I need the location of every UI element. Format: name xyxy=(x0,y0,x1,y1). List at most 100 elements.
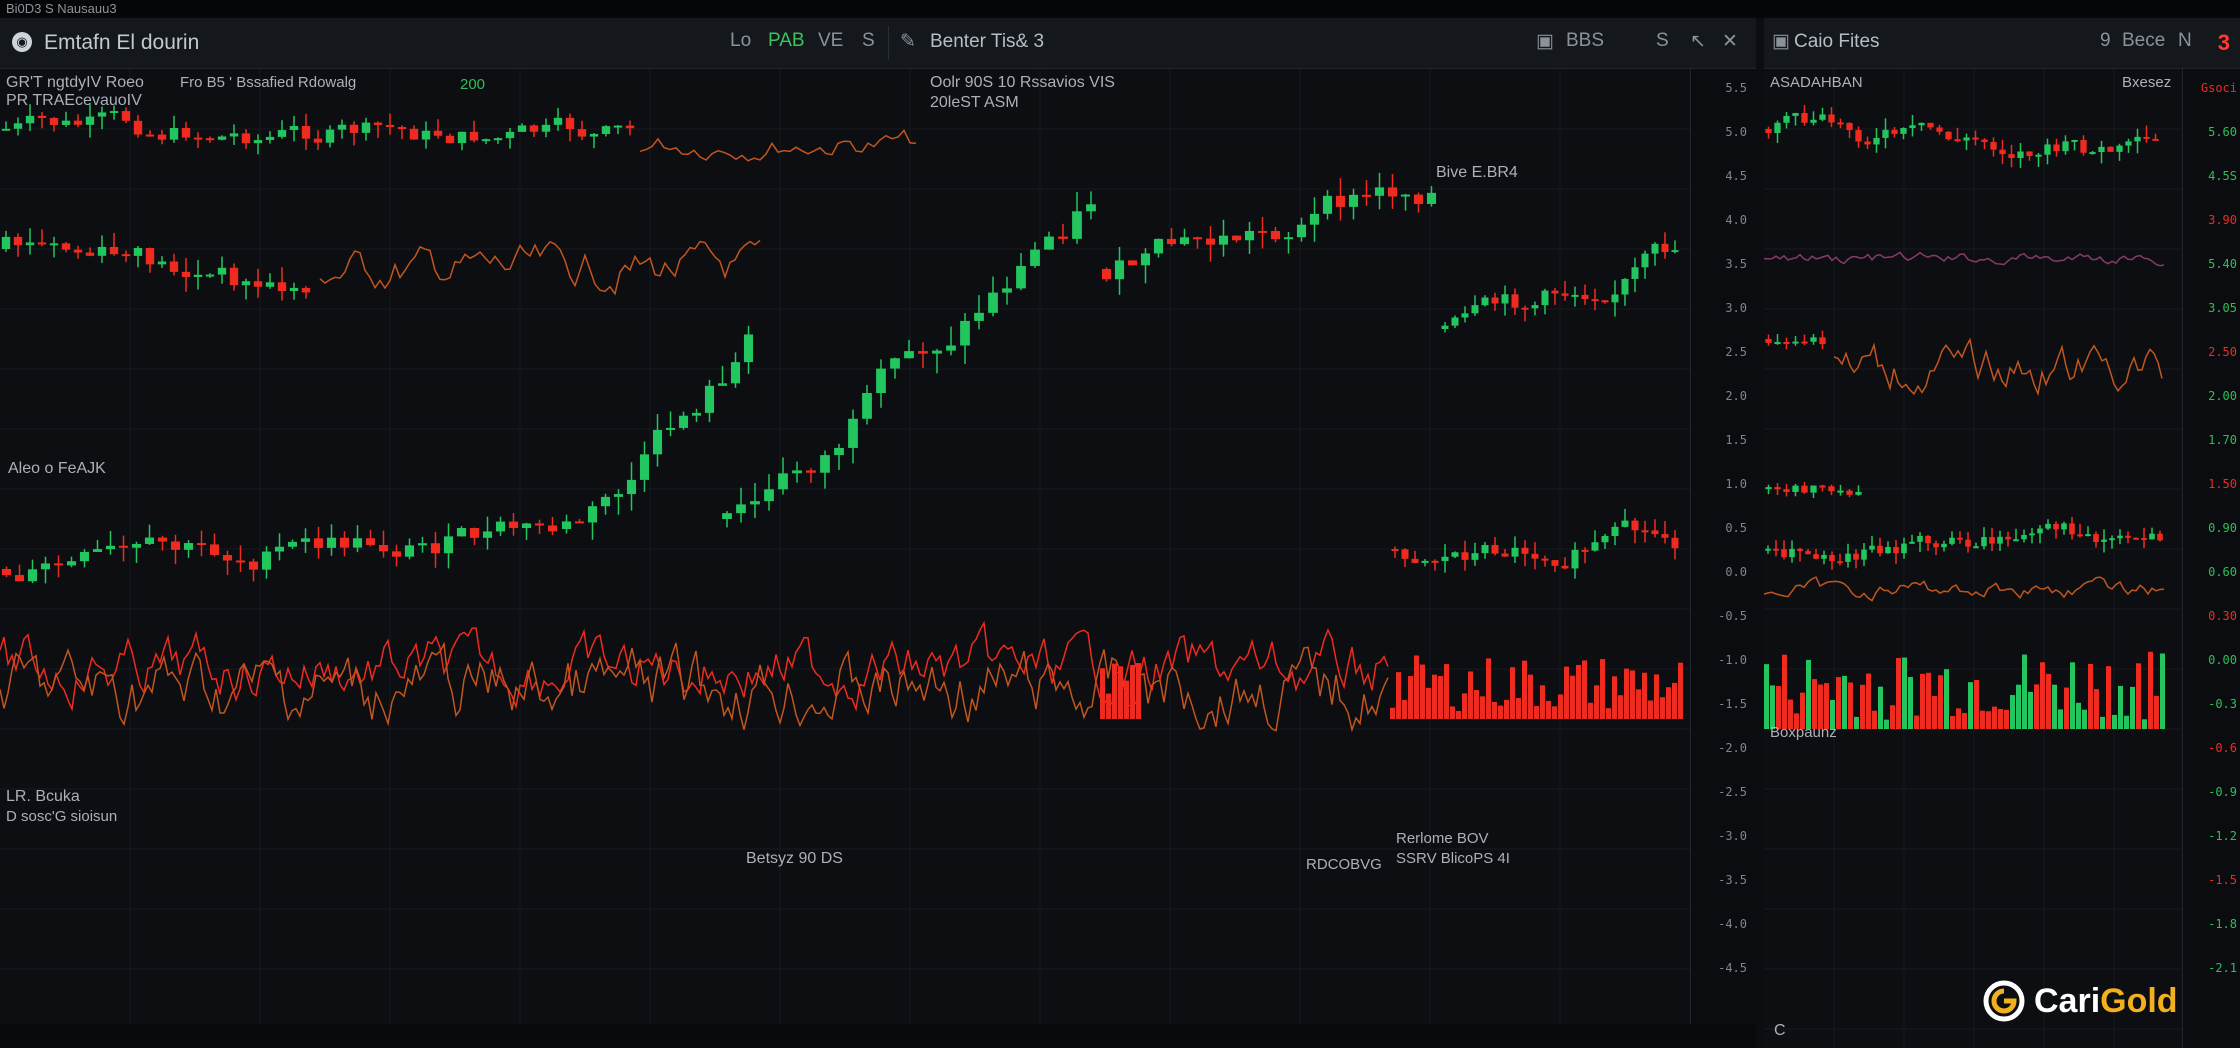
candle-body xyxy=(2101,539,2107,543)
candle-body xyxy=(1621,520,1629,527)
candle-body xyxy=(456,528,467,537)
volume-bar xyxy=(1540,685,1545,719)
side-axis-tick: -0.9 xyxy=(2208,785,2237,799)
candle-body xyxy=(1296,224,1307,238)
candle-body xyxy=(1813,554,1819,559)
candle-body xyxy=(652,429,663,455)
volume-bar xyxy=(1884,719,1889,729)
candle-body xyxy=(2080,139,2087,153)
candle-body xyxy=(1451,552,1459,557)
candle-body xyxy=(1837,561,1843,564)
candle-body xyxy=(169,128,179,140)
side-candlestick-chart[interactable] xyxy=(1764,69,2182,1048)
candle-body xyxy=(1837,490,1844,493)
draw-icon[interactable]: ✎ xyxy=(900,30,916,53)
candle-body xyxy=(834,447,844,456)
price-axis[interactable]: 5.5 5.0 4.5 4.0 3.5 3.0 2.5 2.0 1.5 1.0 0.5 0.0 -0.5… xyxy=(1690,69,1757,1048)
candle-body xyxy=(1792,112,1799,116)
side-axis-tick: -0.3 xyxy=(2208,697,2237,711)
price-axis-tick: 2.5 xyxy=(1725,345,1747,359)
candle-body xyxy=(2107,146,2114,152)
carigold-brand: CariGold xyxy=(1982,976,2178,1026)
volume-bar xyxy=(1456,710,1461,719)
candle-body xyxy=(704,385,715,413)
candle-body xyxy=(1819,485,1826,488)
candle-body xyxy=(181,128,191,138)
volume-bar xyxy=(1914,715,1919,729)
timeframe-lo-button[interactable]: Lo xyxy=(730,30,751,52)
candle-body xyxy=(1387,187,1398,197)
candle-body xyxy=(534,523,545,526)
candle-body xyxy=(565,117,575,130)
candle-body xyxy=(1611,294,1619,303)
candle-body xyxy=(1869,545,1875,550)
candle-body xyxy=(430,543,441,554)
lower-left-label-1: LR. Bcuka xyxy=(6,788,80,805)
candle-body xyxy=(1765,129,1772,133)
candle-body xyxy=(1954,139,1961,142)
side-btn-n[interactable]: N xyxy=(2178,30,2192,52)
timeframe-ve-button[interactable]: VE xyxy=(818,30,843,52)
candle-body xyxy=(1561,293,1569,296)
volume-bar xyxy=(2046,673,2051,729)
tool-arrow-icon[interactable]: ↖ xyxy=(1690,30,1706,53)
volume-bar xyxy=(1636,689,1641,719)
indicator-line xyxy=(0,641,1389,733)
candle-body xyxy=(1,236,11,249)
volume-bar xyxy=(2010,695,2015,729)
candle-body xyxy=(109,246,119,255)
candle-body xyxy=(1581,294,1589,300)
volume-bar xyxy=(1402,699,1407,719)
candle-body xyxy=(482,531,493,538)
candle-body xyxy=(289,287,299,292)
side-window-icon: ▣ xyxy=(1772,31,1790,52)
main-candlestick-chart[interactable] xyxy=(0,69,1690,1048)
candle-body xyxy=(2017,151,2024,159)
layout-button[interactable]: BBS xyxy=(1566,30,1604,52)
brand-name: CariGold xyxy=(2034,982,2178,1021)
candle-body xyxy=(385,124,395,128)
candle-body xyxy=(613,494,624,497)
side-btn-bece[interactable]: Bece xyxy=(2122,30,2165,52)
candle-body xyxy=(2029,533,2035,536)
price-axis-tick: 3.0 xyxy=(1725,301,1747,315)
price-axis-tick: 0.0 xyxy=(1725,565,1747,579)
candle-body xyxy=(193,137,203,140)
timeframe-s-button[interactable]: S xyxy=(862,30,875,52)
candle-body xyxy=(1828,486,1835,492)
close-button[interactable]: ✕ xyxy=(1722,30,1738,53)
volume-bar xyxy=(1938,675,1943,729)
volume-bar xyxy=(1130,664,1135,719)
minimize-button[interactable]: S xyxy=(1656,30,1669,52)
candle-body xyxy=(2069,523,2075,535)
main-chart-window: ◉ Emtafn El dourin Lo PAB VE S ✎ Benter … xyxy=(0,18,1757,1048)
candle-body xyxy=(253,140,263,144)
volume-bar xyxy=(2076,702,2081,729)
candle-body xyxy=(1783,115,1790,123)
candle-body xyxy=(1828,114,1835,123)
volume-bar xyxy=(1594,685,1599,719)
candle-body xyxy=(1451,317,1459,326)
candle-body xyxy=(1837,122,1844,125)
volume-bar xyxy=(1474,690,1479,719)
volume-bar xyxy=(1600,659,1605,719)
candle-body xyxy=(1601,535,1609,543)
side-axis-tick: 2.00 xyxy=(2208,389,2237,403)
candle-body xyxy=(1374,187,1385,196)
timeframe-pab-button[interactable]: PAB xyxy=(768,30,805,52)
candle-body xyxy=(890,358,900,369)
candle-body xyxy=(1561,565,1569,569)
chart-tab-title[interactable]: Benter Tis& 3 xyxy=(930,31,1044,53)
candle-body xyxy=(313,138,323,143)
side-price-axis[interactable]: Gsoci 5.60 4.5S 3.90 5.40 3.05 2.50 2.00 1.70 1.5… xyxy=(2182,69,2240,1048)
chart-label-2: PR TRAEcevauoIV xyxy=(6,92,142,109)
candle-body xyxy=(508,521,519,529)
candle-body xyxy=(2134,136,2141,142)
screenshot-icon[interactable]: ▣ xyxy=(1536,30,1554,53)
notification-badge[interactable]: 3 xyxy=(2218,30,2230,56)
candle-body xyxy=(1819,337,1826,345)
candle-body xyxy=(1086,204,1096,212)
volume-bar xyxy=(2052,684,2057,729)
candle-body xyxy=(2152,138,2159,141)
side-btn-9[interactable]: 9 xyxy=(2100,30,2111,52)
